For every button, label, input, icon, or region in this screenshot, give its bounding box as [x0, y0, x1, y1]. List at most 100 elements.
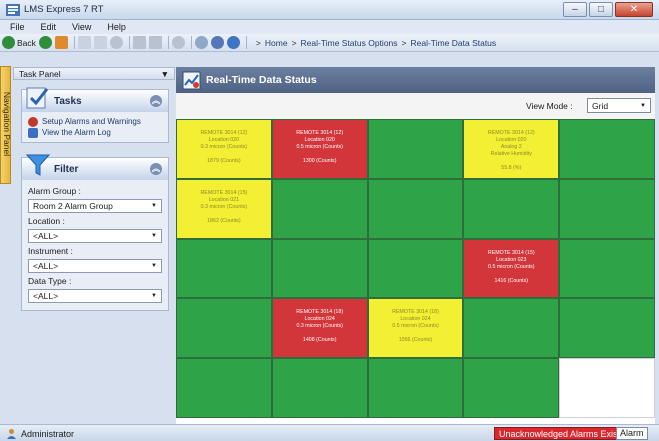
status-cell[interactable] [559, 238, 655, 299]
data-type-select[interactable]: <ALL> ▼ [28, 289, 162, 303]
main-content: Real-Time Data Status View Mode : Grid ▼… [176, 67, 655, 424]
close-button[interactable]: ✕ [615, 2, 653, 17]
navigation-panel-tab[interactable]: Navigation Panel [0, 66, 12, 184]
instrument-value: <ALL> [33, 261, 59, 271]
task-panel-title: Task Panel [19, 68, 61, 79]
menu-help[interactable]: Help [107, 20, 126, 34]
status-cell[interactable] [176, 358, 272, 418]
properties-button[interactable] [93, 35, 107, 51]
status-cell[interactable] [463, 358, 560, 418]
status-cell[interactable] [271, 238, 368, 299]
info-icon [226, 36, 240, 49]
status-cell[interactable] [367, 238, 464, 299]
setup-alarms-link[interactable]: Setup Alarms and Warnings [28, 116, 162, 127]
properties-icon [93, 36, 107, 49]
status-cell[interactable] [271, 358, 368, 418]
status-cell[interactable] [559, 178, 655, 239]
tasks-card-header[interactable]: Tasks ︽ [22, 87, 168, 112]
status-cell-line: REMOTE 3014 (12) [487, 130, 535, 136]
home-tool-button[interactable] [54, 35, 68, 51]
minimize-button[interactable]: – [563, 2, 587, 17]
instrument-label: Instrument : [28, 246, 73, 256]
back-button[interactable]: Back [2, 35, 36, 51]
realtime-status-icon [182, 71, 201, 90]
status-cell-line: Analog 2 [500, 144, 522, 150]
alarm-group-value: Room 2 Alarm Group [33, 201, 113, 211]
status-cell[interactable] [463, 298, 560, 359]
status-cell-line: Location 020 [304, 137, 335, 143]
menu-view[interactable]: View [72, 20, 91, 34]
forward-button[interactable] [38, 35, 52, 51]
status-cell-value: 1862 (Counts) [207, 217, 241, 224]
alarm-log-icon [28, 127, 38, 138]
filter-card-body: Alarm Group : Room 2 Alarm Group ▼ Locat… [22, 180, 168, 310]
unacknowledged-alarms-indicator[interactable]: Unacknowledged Alarms Exist [494, 427, 626, 440]
forward-arrow-icon [38, 36, 52, 49]
alarm-sound-button[interactable] [210, 35, 224, 51]
alarm-button[interactable]: Alarm [616, 427, 648, 440]
status-cell[interactable] [559, 298, 655, 359]
save-button[interactable] [132, 35, 146, 51]
delete-button[interactable] [109, 35, 123, 51]
print-button[interactable] [148, 35, 162, 51]
find-button[interactable] [171, 35, 185, 51]
collapse-filter-icon[interactable]: ︽ [150, 163, 162, 175]
collapse-tasks-icon[interactable]: ︽ [150, 95, 162, 107]
status-cell[interactable] [463, 178, 560, 239]
help-button[interactable] [226, 35, 240, 51]
view-mode-value: Grid [592, 100, 609, 111]
status-cell[interactable] [176, 298, 272, 359]
status-cell[interactable] [367, 358, 464, 418]
breadcrumb-home[interactable]: Home [265, 38, 288, 48]
breadcrumb-current: Real-Time Data Status [410, 37, 497, 48]
data-type-value: <ALL> [33, 291, 59, 301]
home-icon [54, 36, 68, 49]
pin-icon[interactable]: ▼ [161, 69, 169, 79]
breadcrumb-realtime-options[interactable]: Real-Time Status Options [301, 38, 398, 48]
view-mode-select[interactable]: Grid ▼ [587, 98, 651, 113]
find-icon [171, 36, 185, 49]
status-cell-line: 0.5 micron (Counts) [296, 144, 343, 150]
filter-card-header[interactable]: Filter ︽ [22, 154, 168, 180]
status-cell[interactable] [559, 358, 655, 418]
status-cell-line: Location 020 [496, 137, 527, 143]
status-cell[interactable] [367, 178, 464, 239]
status-cell-value: 55.8 (%) [501, 165, 522, 171]
toolbar-separator [73, 36, 75, 49]
status-cell-line: REMOTE 3014 (12) [296, 130, 344, 136]
status-cell[interactable] [367, 119, 464, 179]
status-cell[interactable]: REMOTE 3014 (15) Location 021 0.3 micron (… [176, 178, 272, 239]
status-cell[interactable]: REMOTE 3014 (12) Location 020 0.5 micron (… [271, 119, 368, 179]
status-cell[interactable] [271, 178, 368, 239]
alarm-group-select[interactable]: Room 2 Alarm Group ▼ [28, 199, 162, 213]
status-cell-line: 0.3 micron (Counts) [200, 144, 248, 150]
status-bar: Administrator Unacknowledged Alarms Exis… [0, 424, 659, 441]
status-cell-line: Location 023 [496, 256, 527, 263]
status-cell-line: 0.3 micron (Counts) [200, 203, 248, 210]
back-label: Back [17, 37, 36, 48]
user-icon [7, 429, 16, 439]
status-cell[interactable]: REMOTE 3014 (12) Location 020 0.3 micron (… [176, 119, 272, 179]
status-cell[interactable] [559, 119, 655, 179]
status-grid: REMOTE 3014 (12) Location 020 0.3 micron (… [176, 119, 655, 418]
current-user: Administrator [6, 428, 74, 439]
menu-edit[interactable]: Edit [41, 20, 57, 34]
status-cell-value: 1879 (Counts) [207, 158, 241, 164]
status-cell[interactable]: REMOTE 3014 (18) Location 024 0.5 micron (… [367, 298, 464, 359]
status-cell[interactable]: REMOTE 3014 (12) Location 020 Analog 2 Rela… [463, 119, 560, 179]
maximize-button[interactable]: □ [589, 2, 613, 17]
status-cell[interactable] [176, 238, 272, 299]
location-select[interactable]: <ALL> ▼ [28, 229, 162, 243]
refresh-button[interactable] [194, 35, 208, 51]
task-panel: Task Panel ▼ Tasks ︽ Setup Alarms and Wa… [13, 67, 175, 424]
menu-file[interactable]: File [10, 20, 25, 34]
status-cell[interactable]: REMOTE 3014 (18) Location 024 0.3 micron (… [271, 298, 368, 359]
status-cell-line: Location 024 [400, 316, 431, 323]
view-alarm-log-link[interactable]: View the Alarm Log [28, 127, 162, 138]
toolbar-separator [167, 36, 169, 49]
location-label: Location : [28, 216, 65, 226]
status-cell[interactable]: REMOTE 3014 (15) Location 023 0.5 micron (… [463, 238, 560, 299]
new-button[interactable] [77, 35, 91, 51]
status-cell-line: REMOTE 3014 (18) [392, 309, 439, 316]
instrument-select[interactable]: <ALL> ▼ [28, 259, 162, 273]
